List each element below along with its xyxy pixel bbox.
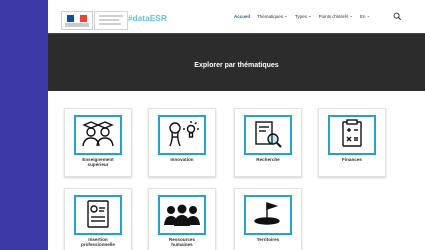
government-logo[interactable]: [61, 11, 93, 30]
chevron-down-icon: ⌄: [349, 13, 354, 18]
theme-card-enseignement-superieur[interactable]: Enseignement supérieur: [64, 108, 132, 177]
ministry-logo[interactable]: [94, 11, 128, 30]
main-nav: Accueil Thématiques ⌄ Types ⌄ Points d'i…: [234, 13, 370, 19]
graduates-icon: [74, 115, 122, 155]
card-label: Finances: [342, 157, 362, 162]
nav-item-label: Accueil: [234, 13, 251, 19]
territories-icon: [244, 195, 292, 235]
insertion-icon: [74, 195, 122, 235]
brand-logo[interactable]: #dataESR: [128, 14, 167, 23]
card-label: Territoires: [256, 237, 280, 242]
nav-item-label: Types: [294, 13, 307, 19]
nav-item-thematiques[interactable]: Thématiques ⌄: [257, 13, 288, 19]
card-label: Enseignement supérieur: [82, 157, 114, 168]
nav-item-label: Thématiques: [257, 13, 284, 19]
card-label: Insertion professionnelle: [81, 237, 115, 248]
site-header: #dataESR Accueil Thématiques ⌄ Types ⌄ P…: [48, 0, 425, 34]
theme-card-innovation[interactable]: Innovation: [148, 108, 216, 177]
page: #dataESR Accueil Thématiques ⌄ Types ⌄ P…: [48, 0, 425, 250]
nav-item-label: Points d'intérêt: [318, 13, 349, 19]
theme-card-territoires[interactable]: Territoires: [234, 188, 302, 250]
chevron-down-icon: ⌄: [307, 13, 312, 18]
page-title: Explorer par thématiques: [194, 62, 279, 69]
theme-card-insertion-professionnelle[interactable]: Insertion professionnelle: [64, 188, 132, 250]
french-flag-icon: [67, 15, 88, 22]
human-resources-icon: [158, 195, 206, 235]
nav-item-types[interactable]: Types ⌄: [295, 13, 312, 19]
innovation-icon: [158, 115, 206, 155]
theme-card-ressources-humaines[interactable]: Ressources humaines: [148, 188, 216, 250]
card-label: Innovation: [170, 157, 194, 162]
hero-banner: Explorer par thématiques: [48, 34, 425, 91]
theme-card-recherche[interactable]: Recherche: [234, 108, 302, 177]
chevron-down-icon: ⌄: [284, 13, 288, 18]
nav-item-points-interet[interactable]: Points d'intérêt ⌄: [319, 13, 353, 19]
nav-item-label: En: [360, 13, 366, 19]
research-icon: [244, 115, 292, 155]
finances-icon: [328, 115, 376, 155]
nav-item-accueil[interactable]: Accueil: [234, 14, 250, 19]
nav-item-language[interactable]: En ⌄: [360, 13, 370, 19]
search-icon[interactable]: [393, 12, 402, 21]
card-label: Ressources humaines: [168, 237, 196, 248]
chevron-down-icon: ⌄: [366, 13, 371, 18]
card-label: Recherche: [256, 157, 280, 162]
theme-card-finances[interactable]: Finances: [318, 108, 386, 177]
